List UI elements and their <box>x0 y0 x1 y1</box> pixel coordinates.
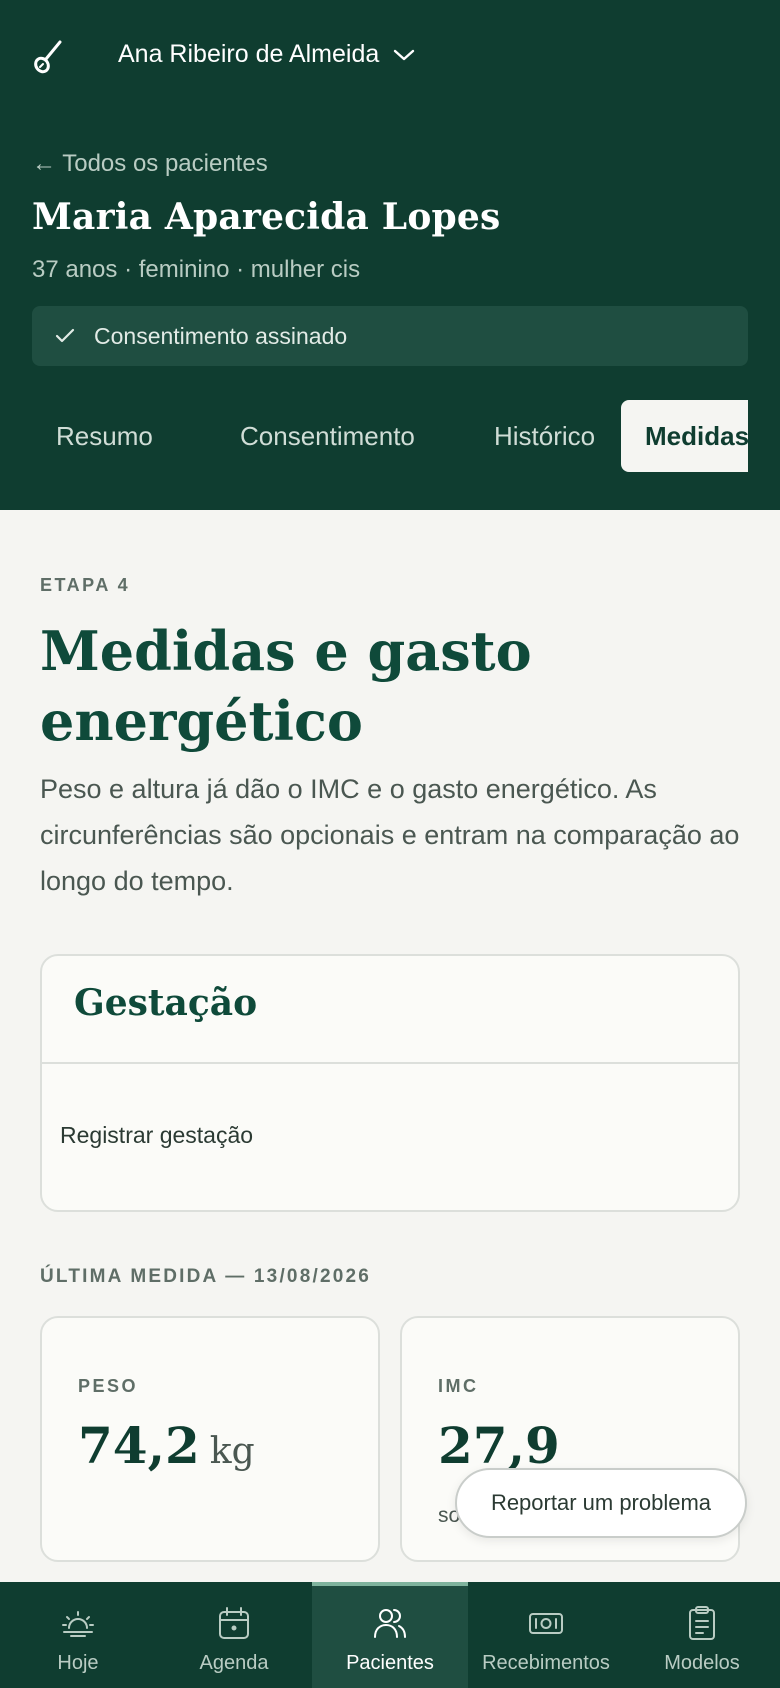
page-description: Peso e altura já dão o IMC e o gasto ene… <box>40 774 740 896</box>
tab-historico[interactable]: Histórico <box>464 400 621 472</box>
nav-item-pacientes[interactable]: Pacientes <box>312 1582 468 1688</box>
bmi-value: 27,9 <box>438 1416 560 1475</box>
nav-label-agenda: Agenda <box>199 1652 269 1674</box>
report-problem-button[interactable]: Reportar um problema <box>455 1468 747 1538</box>
chevron-down-icon <box>394 49 415 60</box>
banknote-icon <box>529 1613 563 1634</box>
tab-consentimento[interactable]: Consentimento <box>210 400 464 472</box>
last-measure-label: ÚLTIMA MEDIDA — 13/08/2026 <box>40 1266 372 1287</box>
patient-meta: 37 anos · feminino · mulher cis <box>32 256 361 283</box>
sunrise-icon <box>62 1611 94 1637</box>
patient-tabs: Resumo Consentimento Histórico Medidas <box>32 400 748 472</box>
weight-number: 74,2 <box>78 1416 200 1475</box>
tab-medidas[interactable]: Medidas <box>621 400 748 472</box>
divider <box>42 1062 738 1064</box>
nav-label-hoje: Hoje <box>57 1652 99 1674</box>
bottom-navigation: Hoje Agenda Pacientes Recebimentos Model… <box>0 1582 780 1688</box>
nav-label-pacientes: Pacientes <box>346 1652 434 1674</box>
spoon-logo-icon[interactable] <box>30 36 66 76</box>
weight-value: 74,2 kg <box>78 1416 255 1475</box>
check-icon <box>55 328 75 343</box>
nav-label-recebimentos: Recebimentos <box>482 1652 610 1674</box>
weight-label: PESO <box>78 1376 139 1396</box>
user-switcher[interactable]: Ana Ribeiro de Almeida <box>118 40 415 69</box>
tab-resumo[interactable]: Resumo <box>32 400 210 472</box>
patient-header: Ana Ribeiro de Almeida ← Todos os pacien… <box>0 0 780 510</box>
step-eyebrow: ETAPA 4 <box>40 575 131 595</box>
consent-status-text: Consentimento assinado <box>94 322 348 349</box>
users-icon <box>374 1609 406 1638</box>
gestation-card: Gestação <box>40 954 740 1212</box>
patient-name: Maria Aparecida Lopes <box>32 196 501 238</box>
nav-item-recebimentos[interactable]: Recebimentos <box>468 1582 624 1688</box>
user-name: Ana Ribeiro de Almeida <box>118 40 380 68</box>
nav-item-agenda[interactable]: Agenda <box>156 1582 312 1688</box>
page-title: Medidas e gasto energético <box>40 619 532 753</box>
weight-card: PESO 74,2 kg <box>40 1316 380 1562</box>
nav-label-modelos: Modelos <box>664 1652 740 1674</box>
back-to-patients-link[interactable]: ← Todos os pacientes <box>32 150 268 178</box>
nav-item-hoje[interactable]: Hoje <box>0 1582 156 1688</box>
gestation-title: Gestação <box>74 982 258 1024</box>
calendar-icon <box>219 1607 249 1639</box>
nav-item-modelos[interactable]: Modelos <box>624 1582 780 1688</box>
clipboard-icon <box>689 1606 715 1640</box>
register-gestation-button[interactable]: Registrar gestação <box>60 1122 253 1149</box>
weight-unit: kg <box>209 1431 255 1472</box>
consent-status-banner: Consentimento assinado <box>32 306 748 366</box>
bmi-label: IMC <box>438 1376 479 1396</box>
